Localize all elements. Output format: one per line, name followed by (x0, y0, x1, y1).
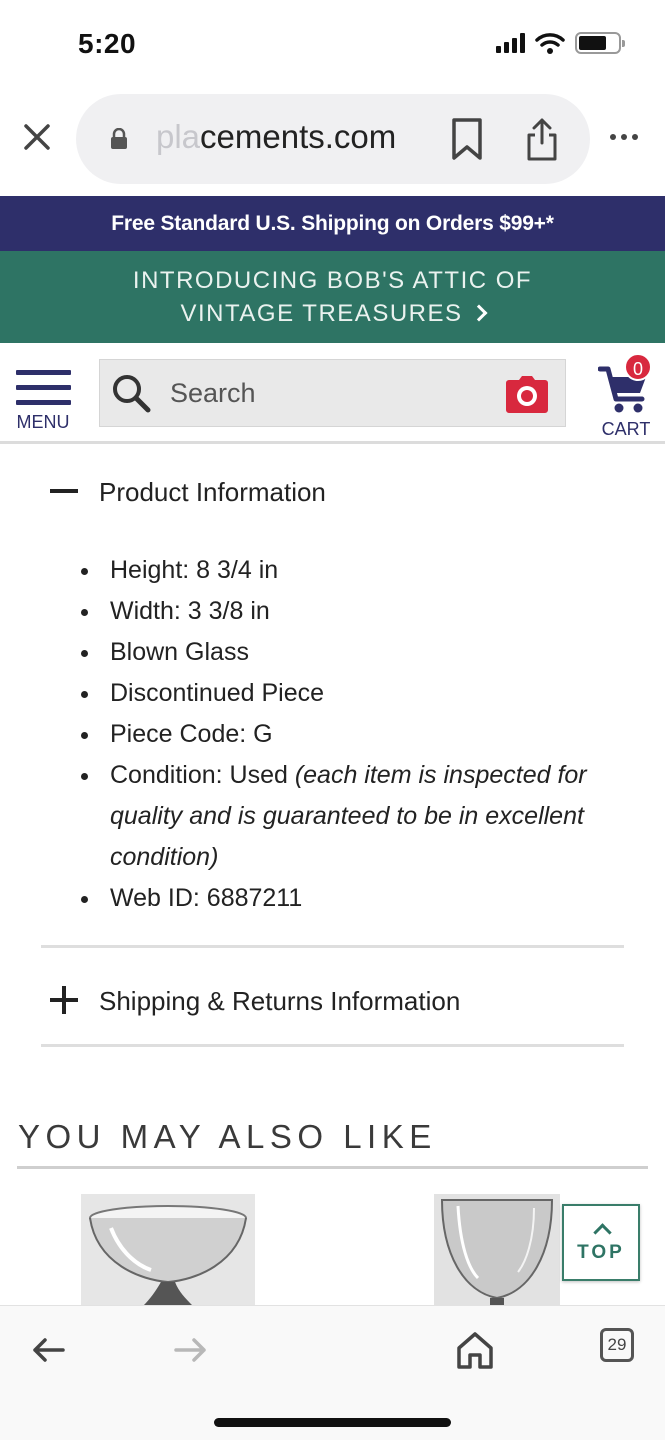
signal-icon (496, 33, 525, 53)
menu-button[interactable]: MENU (14, 368, 74, 434)
list-item: Piece Code: G (78, 714, 638, 755)
product-information-title: Product Information (99, 476, 326, 507)
list-item: Blown Glass (78, 632, 638, 673)
battery-icon (575, 32, 625, 54)
promo-line-1: INTRODUCING BOB'S ATTIC OF (132, 267, 533, 294)
promo-line-2: VINTAGE TREASURES (0, 297, 665, 330)
status-icons (496, 32, 625, 54)
product-info-list: Height: 8 3/4 in Width: 3 3/8 in Blown G… (78, 550, 638, 919)
url-text[interactable]: placements.com (156, 118, 396, 156)
forward-arrow-icon[interactable] (168, 1328, 212, 1372)
url-prefix: pla (156, 118, 201, 155)
search-input[interactable] (170, 360, 490, 426)
product-information-header[interactable]: Product Information (40, 474, 625, 510)
section-rule (17, 1166, 648, 1169)
divider (41, 1044, 624, 1047)
cart-count-badge: 0 (624, 353, 652, 381)
browser-toolbar: 29 (0, 1305, 665, 1440)
site-header: MENU 0 CART (0, 343, 665, 444)
divider (41, 945, 624, 948)
wifi-icon (535, 33, 565, 54)
product-thumbnail[interactable] (434, 1194, 560, 1306)
url-domain: cements.com (200, 118, 397, 155)
status-time: 5:20 (78, 28, 137, 59)
cart-button[interactable]: 0 CART (596, 349, 660, 439)
shipping-banner[interactable]: Free Standard U.S. Shipping on Orders $9… (0, 196, 665, 251)
chevron-up-icon (593, 1223, 612, 1242)
search-box[interactable] (99, 359, 566, 427)
top-label: TOP (577, 1242, 625, 1263)
list-item: Width: 3 3/8 in (78, 591, 638, 632)
shipping-returns-title: Shipping & Returns Information (99, 985, 461, 1016)
plus-icon (47, 983, 83, 1019)
promo-banner[interactable]: INTRODUCING BOB'S ATTIC OF VINTAGE TREAS… (0, 251, 665, 343)
home-icon[interactable] (453, 1328, 497, 1372)
close-icon[interactable] (20, 120, 54, 154)
chevron-right-icon (470, 304, 487, 322)
also-like-title: YOU MAY ALSO LIKE (18, 1118, 437, 1155)
list-item: Discontinued Piece (78, 673, 638, 714)
tabs-icon[interactable]: 29 (600, 1328, 634, 1362)
browser-url-bar: placements.com (0, 90, 665, 196)
camera-icon[interactable] (505, 374, 549, 414)
bookmark-icon[interactable] (449, 117, 485, 161)
menu-label: MENU (16, 412, 70, 432)
back-to-top-button[interactable]: TOP (562, 1204, 640, 1281)
more-icon[interactable] (610, 134, 638, 140)
list-item: Condition: Used (each item is inspected … (78, 755, 638, 878)
list-item: Height: 8 3/4 in (78, 550, 638, 591)
search-icon[interactable] (110, 372, 152, 414)
shipping-returns-header[interactable]: Shipping & Returns Information (40, 983, 625, 1019)
minus-icon (47, 474, 83, 510)
lock-icon (111, 128, 127, 149)
promo-line-2-text: VINTAGE TREASURES (180, 300, 463, 327)
share-icon[interactable] (523, 117, 561, 163)
cart-label: CART (601, 419, 651, 439)
status-bar: 5:20 (0, 0, 665, 90)
list-item: Web ID: 6887211 (78, 878, 638, 919)
home-indicator (214, 1418, 451, 1427)
product-thumbnail[interactable] (81, 1194, 255, 1306)
back-arrow-icon[interactable] (27, 1328, 71, 1372)
